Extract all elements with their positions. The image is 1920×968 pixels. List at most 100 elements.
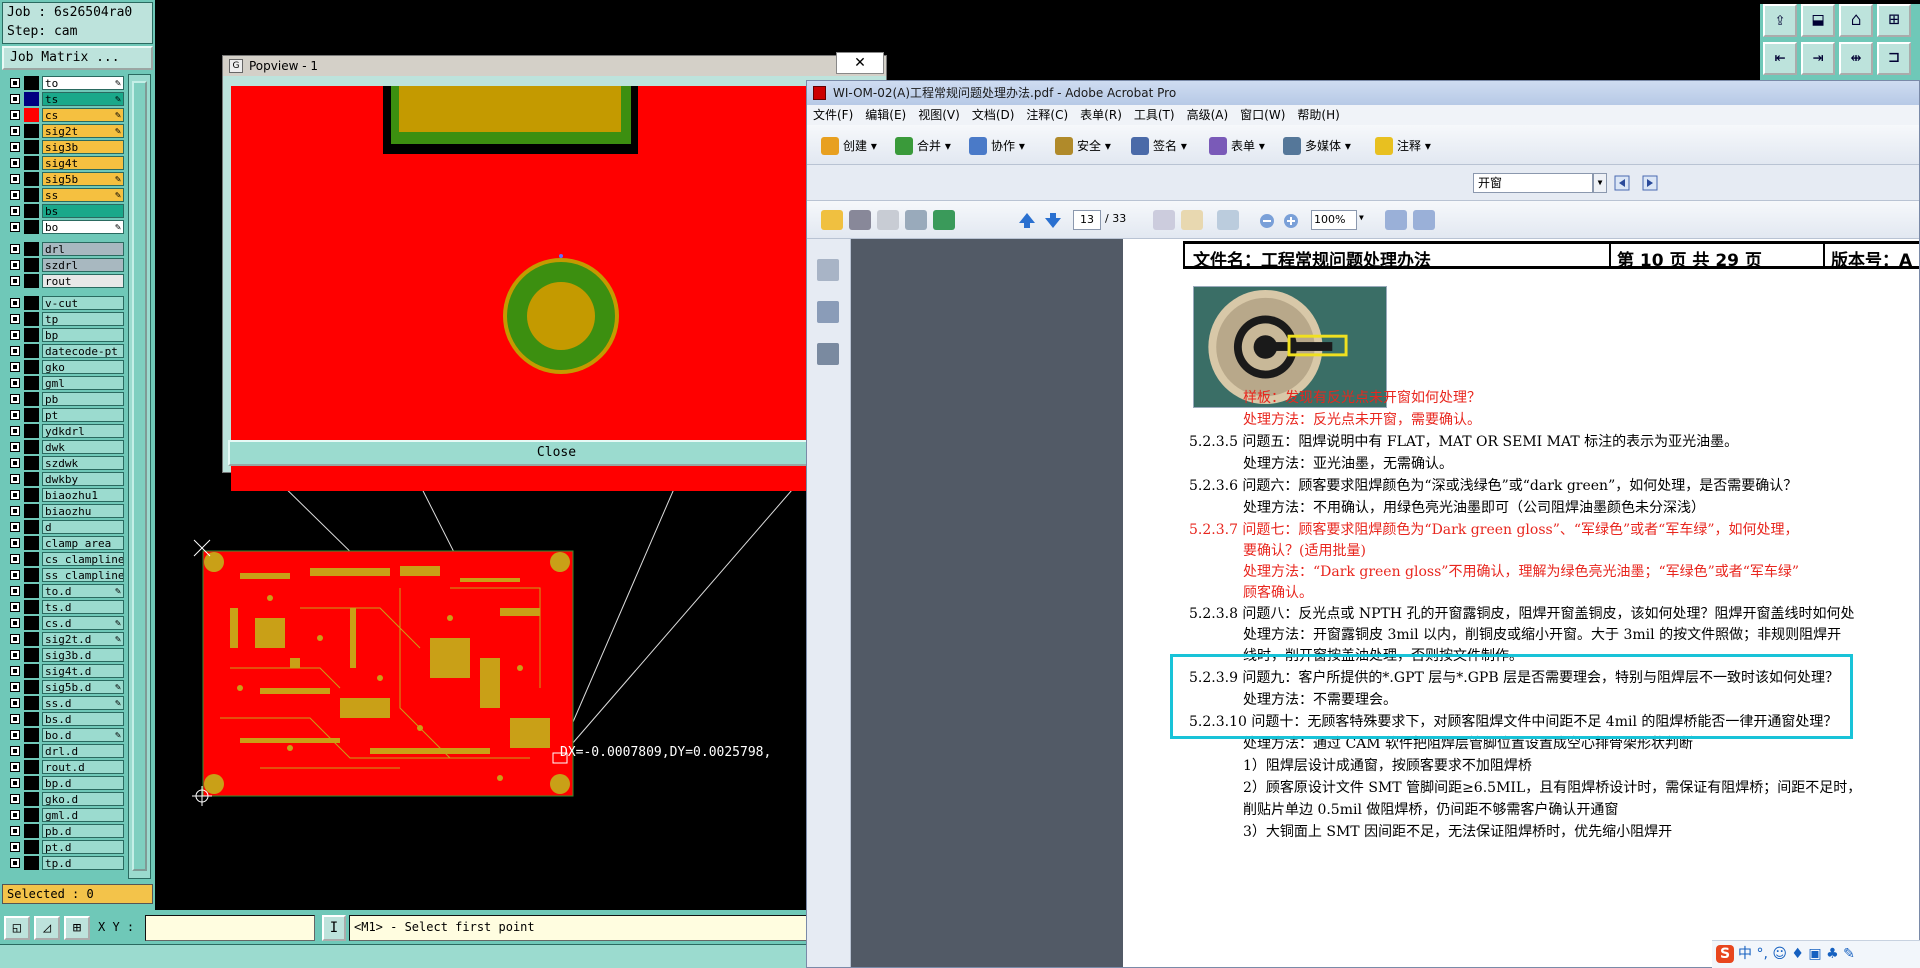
layer-color-swatch[interactable]: [24, 408, 39, 422]
left-icon[interactable]: ⇤: [1763, 42, 1797, 75]
layer-checkbox[interactable]: [10, 442, 20, 452]
layer-color-swatch[interactable]: [24, 296, 39, 310]
layer-name[interactable]: pt.d: [42, 840, 124, 854]
layer-color-swatch[interactable]: [24, 92, 39, 106]
layer-color-swatch[interactable]: [24, 204, 39, 218]
full-screen-icon[interactable]: [1413, 210, 1435, 230]
menu-document[interactable]: 文档(D): [966, 105, 1021, 125]
layer-name[interactable]: gml.d: [42, 808, 124, 822]
window-icon[interactable]: ⇪: [1763, 4, 1797, 37]
layer-scrollbar[interactable]: [128, 74, 151, 879]
layer-row[interactable]: tp.d: [2, 856, 126, 870]
layer-checkbox[interactable]: [10, 330, 20, 340]
layer-checkbox[interactable]: [10, 746, 20, 756]
layer-name[interactable]: bs: [42, 204, 124, 218]
layer-name[interactable]: sig4t.d: [42, 664, 124, 678]
layer-row[interactable]: biaozhu: [2, 504, 126, 518]
layer-row[interactable]: sig2t.d ✎: [2, 632, 126, 646]
layer-checkbox[interactable]: [10, 94, 20, 104]
layer-row[interactable]: pt.d: [2, 840, 126, 854]
upload-icon[interactable]: [933, 210, 955, 230]
layer-checkbox[interactable]: [10, 276, 20, 286]
page-number-input[interactable]: 13: [1073, 210, 1101, 230]
layer-name[interactable]: dwk: [42, 440, 124, 454]
layer-name[interactable]: bs.d: [42, 712, 124, 726]
layer-color-swatch[interactable]: [24, 632, 39, 646]
bracket-icon[interactable]: ⊐: [1877, 42, 1911, 75]
layer-name[interactable]: biaozhu1: [42, 488, 124, 502]
layer-row[interactable]: pb: [2, 392, 126, 406]
layer-name[interactable]: sig5b ✎: [42, 172, 124, 186]
layer-name[interactable]: ss.d ✎: [42, 696, 124, 710]
layer-checkbox[interactable]: [10, 730, 20, 740]
layer-name[interactable]: rout: [42, 274, 124, 288]
layer-checkbox[interactable]: [10, 698, 20, 708]
layer-color-swatch[interactable]: [24, 344, 39, 358]
comment-button[interactable]: 注释 ▾: [1373, 135, 1431, 157]
layer-color-swatch[interactable]: [24, 760, 39, 774]
layer-row[interactable]: tp: [2, 312, 126, 326]
layer-color-swatch[interactable]: [24, 616, 39, 630]
layer-color-swatch[interactable]: [24, 840, 39, 854]
layer-row[interactable]: sig2t ✎: [2, 124, 126, 138]
layer-checkbox[interactable]: [10, 174, 20, 184]
layer-color-swatch[interactable]: [24, 488, 39, 502]
layer-checkbox[interactable]: [10, 810, 20, 820]
acrobat-titlebar[interactable]: WI-OM-02(A)工程常规问题处理办法.pdf - Adobe Acroba…: [807, 81, 1919, 105]
layer-color-swatch[interactable]: [24, 712, 39, 726]
layer-checkbox[interactable]: [10, 666, 20, 676]
save-icon[interactable]: [877, 210, 899, 230]
menu-comments[interactable]: 注释(C): [1020, 105, 1074, 125]
layer-row[interactable]: bp.d: [2, 776, 126, 790]
layer-color-swatch[interactable]: [24, 728, 39, 742]
layer-name[interactable]: sig2t.d ✎: [42, 632, 124, 646]
layer-name[interactable]: gko.d: [42, 792, 124, 806]
layer-color-swatch[interactable]: [24, 328, 39, 342]
layer-name[interactable]: datecode-pt: [42, 344, 124, 358]
layer-row[interactable]: to.d ✎: [2, 584, 126, 598]
layer-color-swatch[interactable]: [24, 744, 39, 758]
layer-row[interactable]: sig3b.d: [2, 648, 126, 662]
layer-row[interactable]: pt: [2, 408, 126, 422]
layer-checkbox[interactable]: [10, 244, 20, 254]
layer-checkbox[interactable]: [10, 826, 20, 836]
layer-row[interactable]: szdwk: [2, 456, 126, 470]
menu-view[interactable]: 视图(V): [912, 105, 966, 125]
layer-name[interactable]: d: [42, 520, 124, 534]
layer-name[interactable]: bo.d ✎: [42, 728, 124, 742]
layer-checkbox[interactable]: [10, 346, 20, 356]
layer-checkbox[interactable]: [10, 554, 20, 564]
layer-row[interactable]: bs: [2, 204, 126, 218]
xy-input[interactable]: [145, 915, 315, 941]
measure-icon[interactable]: ◿: [34, 916, 60, 940]
layer-color-swatch[interactable]: [24, 680, 39, 694]
layer-row[interactable]: datecode-pt: [2, 344, 126, 358]
layer-checkbox[interactable]: [10, 538, 20, 548]
layer-color-swatch[interactable]: [24, 258, 39, 272]
secure-button[interactable]: 安全 ▾: [1053, 135, 1111, 157]
create-button[interactable]: 创建 ▾: [819, 135, 877, 157]
layer-name[interactable]: cs.d ✎: [42, 616, 124, 630]
layer-row[interactable]: bo.d ✎: [2, 728, 126, 742]
layer-row[interactable]: bo ✎: [2, 220, 126, 234]
layer-checkbox[interactable]: [10, 602, 20, 612]
open-icon[interactable]: [821, 210, 843, 230]
layer-row[interactable]: bp: [2, 328, 126, 342]
multimedia-button[interactable]: 多媒体 ▾: [1281, 135, 1351, 157]
layer-checkbox[interactable]: [10, 858, 20, 868]
layer-name[interactable]: ydkdrl: [42, 424, 124, 438]
layer-color-swatch[interactable]: [24, 856, 39, 870]
layer-checkbox[interactable]: [10, 506, 20, 516]
layer-color-swatch[interactable]: [24, 472, 39, 486]
layer-checkbox[interactable]: [10, 570, 20, 580]
layer-checkbox[interactable]: [10, 794, 20, 804]
layer-color-swatch[interactable]: [24, 552, 39, 566]
layer-checkbox[interactable]: [10, 490, 20, 500]
scroll-thumb[interactable]: [132, 81, 147, 871]
layer-name[interactable]: bp: [42, 328, 124, 342]
bookmarks-icon[interactable]: [817, 301, 839, 323]
layer-color-swatch[interactable]: [24, 392, 39, 406]
layer-color-swatch[interactable]: [24, 360, 39, 374]
layer-name[interactable]: drl.d: [42, 744, 124, 758]
layer-name[interactable]: ss ✎: [42, 188, 124, 202]
